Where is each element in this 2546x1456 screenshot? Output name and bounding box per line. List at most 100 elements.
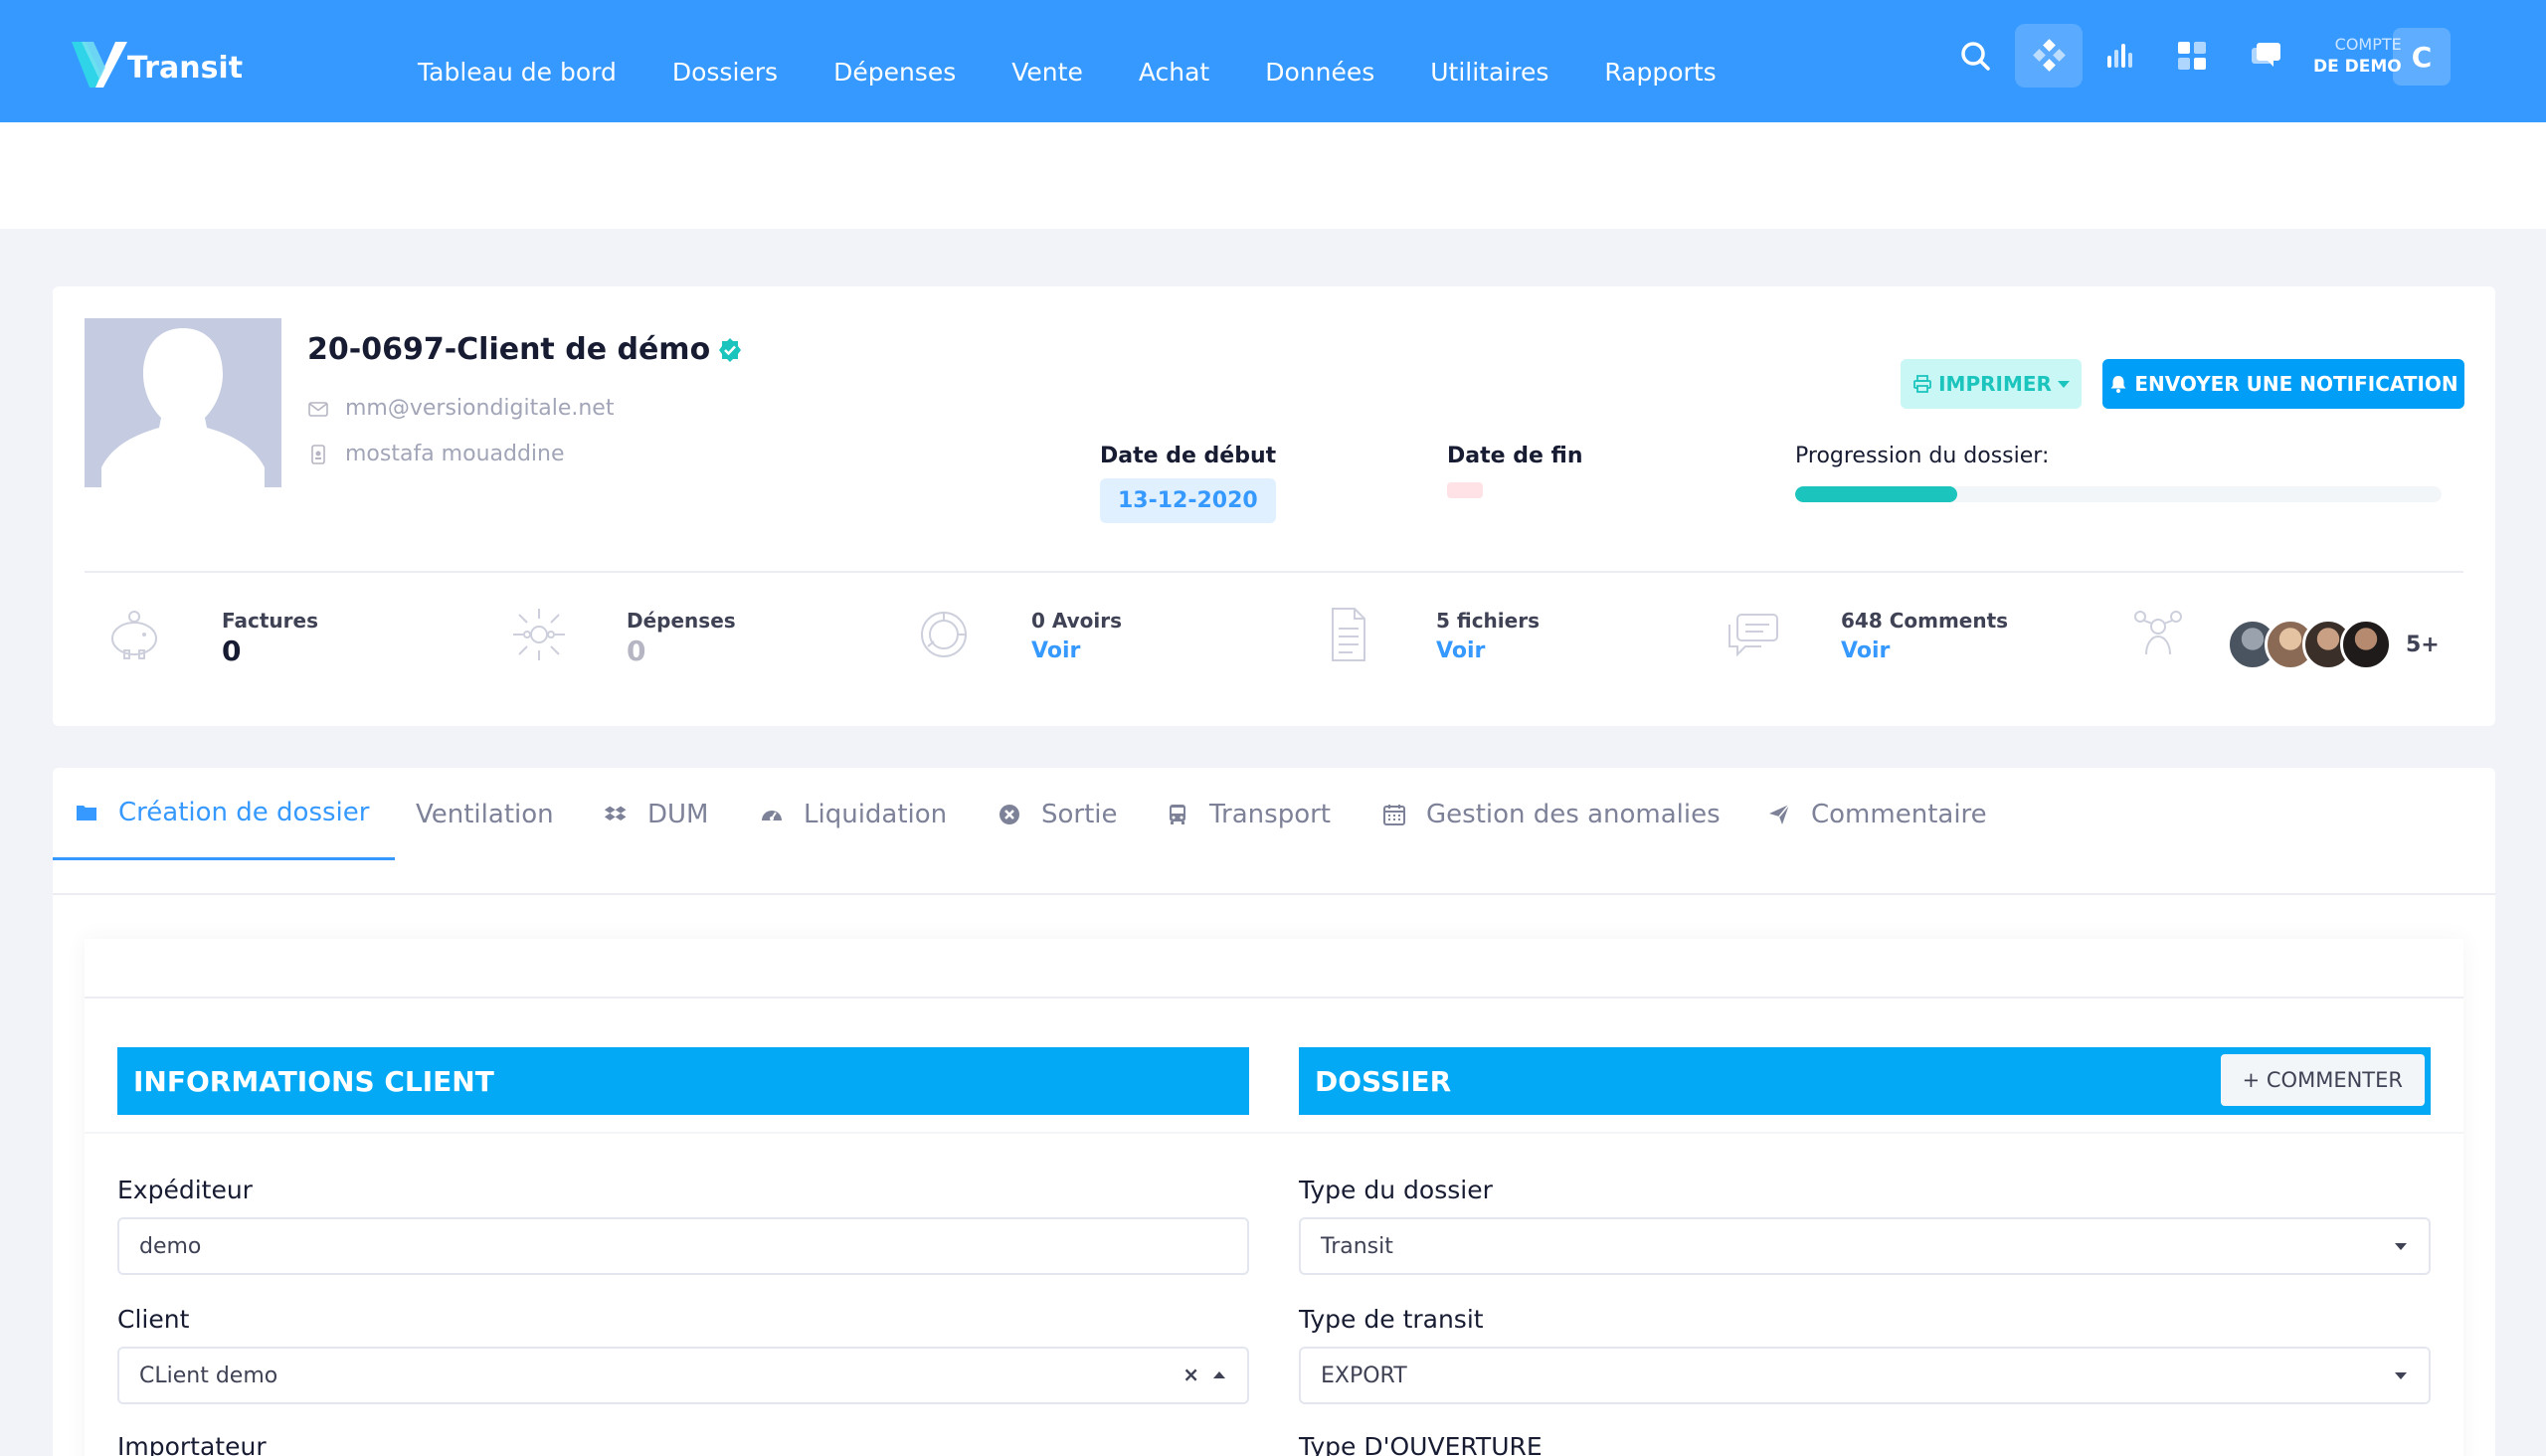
stat-avoirs-title: 0 Avoirs	[1031, 609, 1123, 633]
piggy-bank-icon	[111, 611, 157, 659]
subheader	[0, 122, 2546, 229]
apps-button[interactable]	[2158, 24, 2226, 88]
send-notification-label: ENVOYER UNE NOTIFICATION	[2134, 372, 2458, 396]
nav-rapports[interactable]: Rapports	[1604, 58, 1716, 87]
stat-depenses-title: Dépenses	[627, 609, 736, 633]
chevron-down-icon	[2395, 1243, 2407, 1250]
end-date-label: Date de fin	[1447, 444, 1583, 468]
stat-comments-link[interactable]: Voir	[1841, 638, 2008, 663]
stat-fichiers-link[interactable]: Voir	[1436, 638, 1540, 663]
section-dossier: DOSSIER + COMMENTER	[1299, 1047, 2431, 1115]
tab-label: Ventilation	[416, 799, 554, 829]
card-divider	[85, 571, 2463, 573]
nav-utilitaires[interactable]: Utilitaires	[1430, 58, 1548, 87]
account-label[interactable]: COMPTE DE DEMO	[2313, 34, 2402, 78]
apps-grid-icon	[2178, 42, 2206, 70]
tab-transport[interactable]: Transport	[1166, 768, 1331, 860]
tab-label: DUM	[647, 799, 709, 829]
client-label: Client	[117, 1305, 190, 1334]
client-email-text: mm@versiondigitale.net	[345, 396, 615, 421]
stat-comments-title: 648 Comments	[1841, 609, 2009, 633]
client-value: CLient demo	[139, 1363, 278, 1388]
pie-chart-icon	[921, 612, 967, 657]
logo-v-icon	[72, 42, 127, 88]
nav-depenses[interactable]: Dépenses	[833, 58, 956, 87]
dossier-title: 20-0697-Client de démo	[307, 332, 744, 367]
type-transit-select[interactable]: EXPORT	[1299, 1347, 2431, 1404]
progress-fill	[1795, 486, 1957, 502]
section-title: INFORMATIONS CLIENT	[133, 1064, 494, 1098]
start-date-label: Date de début	[1100, 444, 1277, 468]
type-transit-label: Type de transit	[1299, 1305, 1484, 1334]
user-avatar[interactable]: C	[2393, 28, 2451, 86]
tab-label: Transport	[1209, 799, 1332, 829]
send-notification-button[interactable]: ENVOYER UNE NOTIFICATION	[2102, 359, 2464, 409]
progress-label: Progression du dossier:	[1795, 444, 2050, 468]
tab-label: Création de dossier	[118, 798, 370, 827]
diamond-grid-icon	[2033, 39, 2066, 72]
section-informations-client: INFORMATIONS CLIENT	[117, 1047, 1249, 1115]
nav-donnees[interactable]: Données	[1265, 58, 1374, 87]
search-button[interactable]	[1941, 24, 2009, 88]
stats-button[interactable]	[2087, 24, 2154, 88]
tab-gestion-anomalies[interactable]: Gestion des anomalies	[1382, 768, 1721, 860]
nav-tableau-de-bord[interactable]: Tableau de bord	[418, 58, 617, 87]
brand-logo[interactable]: Transit	[72, 38, 243, 88]
dossier-summary-card: 20-0697-Client de démo mm@versiondigital…	[53, 286, 2495, 726]
tab-creation-dossier[interactable]: Création de dossier	[53, 768, 396, 860]
chevron-up-icon	[1213, 1370, 1225, 1378]
importateur-label: Importateur	[117, 1432, 267, 1456]
stat-factures-title: Factures	[222, 609, 318, 633]
type-ouverture-label: Type D'OUVERTURE	[1299, 1432, 1543, 1456]
nav-dossiers[interactable]: Dossiers	[672, 58, 778, 87]
brand-name: Transit	[127, 51, 244, 86]
users-network-icon	[2134, 611, 2182, 655]
client-email[interactable]: mm@versiondigitale.net	[307, 396, 614, 421]
chevron-down-icon	[2395, 1372, 2407, 1379]
bell-icon	[2110, 376, 2126, 393]
chat-button[interactable]	[2232, 24, 2299, 88]
folder-icon	[77, 806, 96, 820]
print-button-label: IMPRIMER	[1938, 372, 2052, 396]
client-select[interactable]: CLient demo ×	[117, 1347, 1249, 1404]
creation-dossier-form: INFORMATIONS CLIENT DOSSIER + COMMENTER …	[85, 939, 2463, 1456]
dropbox-icon	[604, 806, 627, 820]
type-dossier-value: Transit	[1321, 1233, 1393, 1259]
tab-label: Gestion des anomalies	[1426, 799, 1721, 829]
nav-achat[interactable]: Achat	[1139, 58, 1209, 87]
tab-commentaire[interactable]: Commentaire	[1767, 768, 1987, 860]
expediteur-input[interactable]: demo	[117, 1217, 1249, 1275]
members-more-count[interactable]: 5+	[2406, 633, 2440, 657]
members-avatar-group[interactable]: 5+	[2227, 619, 2440, 670]
tab-label: Commentaire	[1811, 799, 1987, 829]
end-date: Date de fin	[1447, 444, 1583, 498]
chevron-down-icon	[2057, 380, 2070, 388]
times-circle-icon	[1000, 804, 1019, 824]
expediteur-value: demo	[139, 1233, 202, 1259]
type-transit-value: EXPORT	[1321, 1363, 1407, 1388]
member-avatar[interactable]	[2340, 619, 2392, 670]
type-dossier-select[interactable]: Transit	[1299, 1217, 2431, 1275]
tab-ventilation[interactable]: Ventilation	[416, 768, 554, 860]
main-nav: Tableau de bord Dossiers Dépenses Vente …	[418, 58, 1717, 87]
tab-dum[interactable]: DUM	[604, 768, 708, 860]
dossier-progress: Progression du dossier:	[1795, 444, 2442, 502]
clear-icon[interactable]: ×	[1182, 1365, 1199, 1384]
nav-vente[interactable]: Vente	[1011, 58, 1083, 87]
envelope-icon	[308, 401, 328, 417]
progress-track	[1795, 486, 2442, 502]
dossier-title-text: 20-0697-Client de démo	[307, 332, 711, 367]
account-line1: COMPTE	[2334, 35, 2402, 54]
form-header	[85, 939, 2463, 999]
client-photo	[85, 318, 281, 487]
add-comment-button[interactable]: + COMMENTER	[2220, 1054, 2425, 1106]
stat-avoirs-link[interactable]: Voir	[1031, 638, 1122, 663]
bar-chart-icon	[2107, 44, 2132, 68]
top-navbar: Transit Tableau de bord Dossiers Dépense…	[0, 0, 2546, 122]
tab-liquidation[interactable]: Liquidation	[760, 768, 947, 860]
section-divider	[85, 1132, 2463, 1134]
print-button[interactable]: IMPRIMER	[1901, 359, 2082, 409]
tab-sortie[interactable]: Sortie	[998, 768, 1118, 860]
confetti-icon	[513, 609, 565, 660]
quick-actions-button[interactable]	[2015, 24, 2083, 88]
